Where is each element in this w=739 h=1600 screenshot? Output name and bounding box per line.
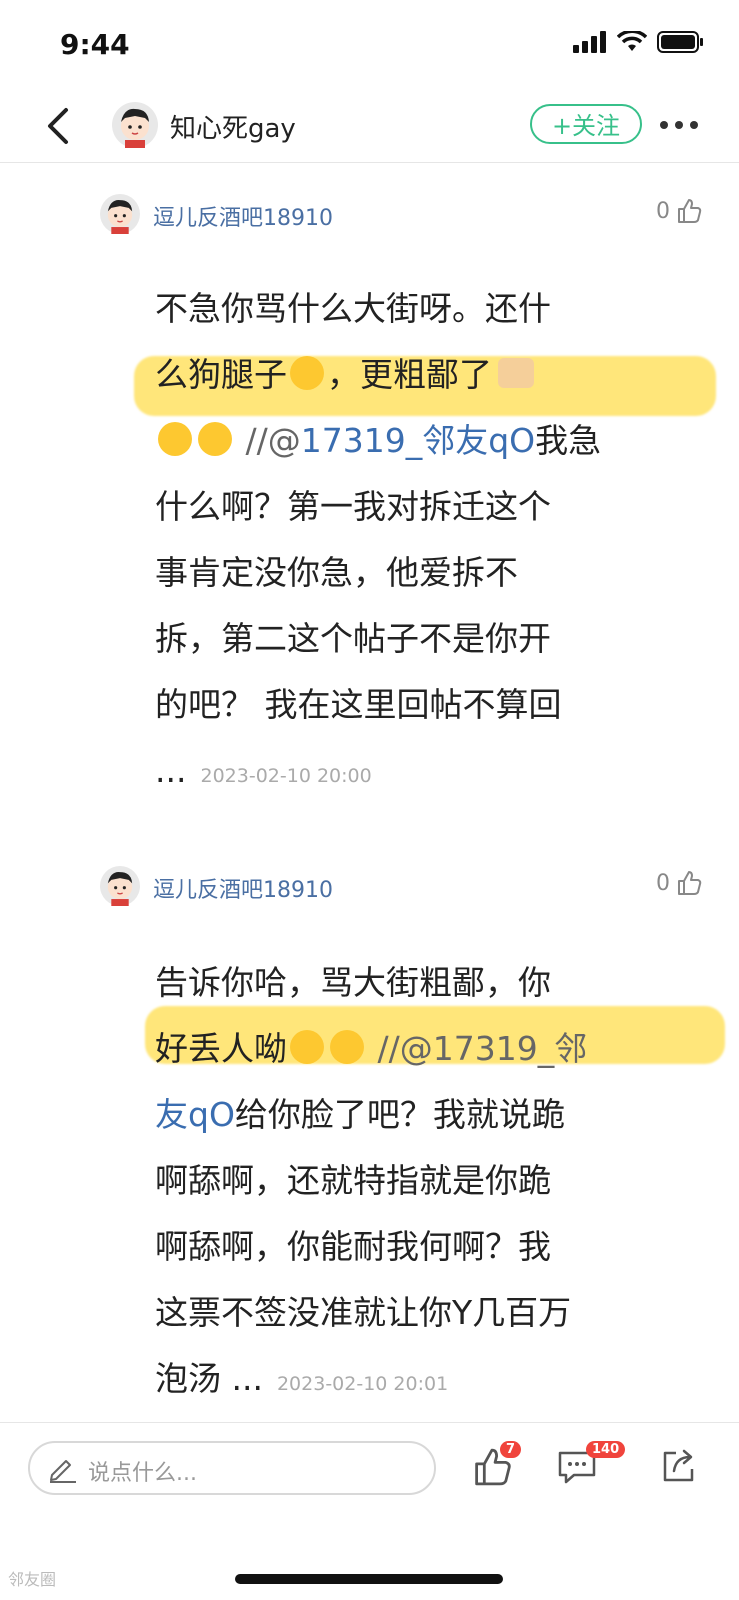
comment-username[interactable]: 逗儿反酒吧18910 xyxy=(153,200,333,232)
thumbs-down-emoji-icon xyxy=(498,358,534,388)
like-control[interactable]: 0 xyxy=(656,870,702,896)
mention-link[interactable]: 17319_邻友qO xyxy=(301,421,535,460)
expand-ellipsis[interactable]: ... xyxy=(155,751,186,790)
comment-text: 不急你骂什么大街呀。还什 么狗腿子 ，更粗鄙了 //@17319_邻友qO我急 什… xyxy=(155,289,602,790)
comment-count-badge: 140 xyxy=(586,1441,626,1458)
thumbs-up-icon[interactable] xyxy=(676,870,702,896)
status-bar: 9:44 xyxy=(0,0,739,90)
mention-link[interactable]: 友qO xyxy=(155,1095,235,1134)
grinning-emoji-icon xyxy=(198,422,232,456)
follow-button[interactable]: +关注 xyxy=(530,104,642,144)
more-options-icon[interactable] xyxy=(660,110,710,140)
like-count-badge: 7 xyxy=(500,1441,522,1458)
nav-bar: 知心死gay +关注 xyxy=(0,90,739,163)
face-hand-emoji-icon xyxy=(290,356,324,390)
like-count: 0 xyxy=(656,198,670,224)
comment-text: 告诉你哈，骂大街粗鄙，你 好丢人呦 //@17319_邻 友qO给你脸了吧？我就… xyxy=(155,963,588,1398)
like-count: 0 xyxy=(656,870,670,896)
page-title: 知心死gay xyxy=(170,114,296,144)
share-icon[interactable] xyxy=(660,1447,698,1485)
like-control[interactable]: 0 xyxy=(656,198,702,224)
avatar[interactable] xyxy=(100,194,140,234)
wifi-icon xyxy=(617,31,647,51)
battery-icon xyxy=(657,31,703,53)
back-arrow-icon[interactable] xyxy=(40,104,76,148)
comment-input[interactable]: 说点什么... xyxy=(28,1441,436,1495)
comment-placeholder: 说点什么... xyxy=(88,1461,197,1486)
avatar[interactable] xyxy=(100,866,140,906)
bottom-action-bar: 说点什么... 7 140 xyxy=(0,1422,739,1515)
grinning-emoji-icon xyxy=(330,1030,364,1064)
thumbs-up-icon[interactable] xyxy=(676,198,702,224)
comment-date: 2023-02-10 20:00 xyxy=(200,765,372,787)
like-button[interactable]: 7 xyxy=(472,1441,522,1491)
home-indicator[interactable] xyxy=(235,1574,503,1584)
comment-username[interactable]: 逗儿反酒吧18910 xyxy=(153,872,333,904)
winking-tongue-emoji-icon xyxy=(158,422,192,456)
pencil-icon xyxy=(50,1460,76,1483)
comment-date: 2023-02-10 20:01 xyxy=(276,1373,449,1395)
signal-icon xyxy=(573,31,606,53)
status-time: 9:44 xyxy=(60,28,130,61)
avatar[interactable] xyxy=(112,102,158,148)
system-icons xyxy=(573,30,705,54)
watermark: 邻友圈 xyxy=(8,1570,57,1589)
winking-tongue-emoji-icon xyxy=(290,1030,324,1064)
comments-button[interactable]: 140 xyxy=(556,1441,626,1491)
